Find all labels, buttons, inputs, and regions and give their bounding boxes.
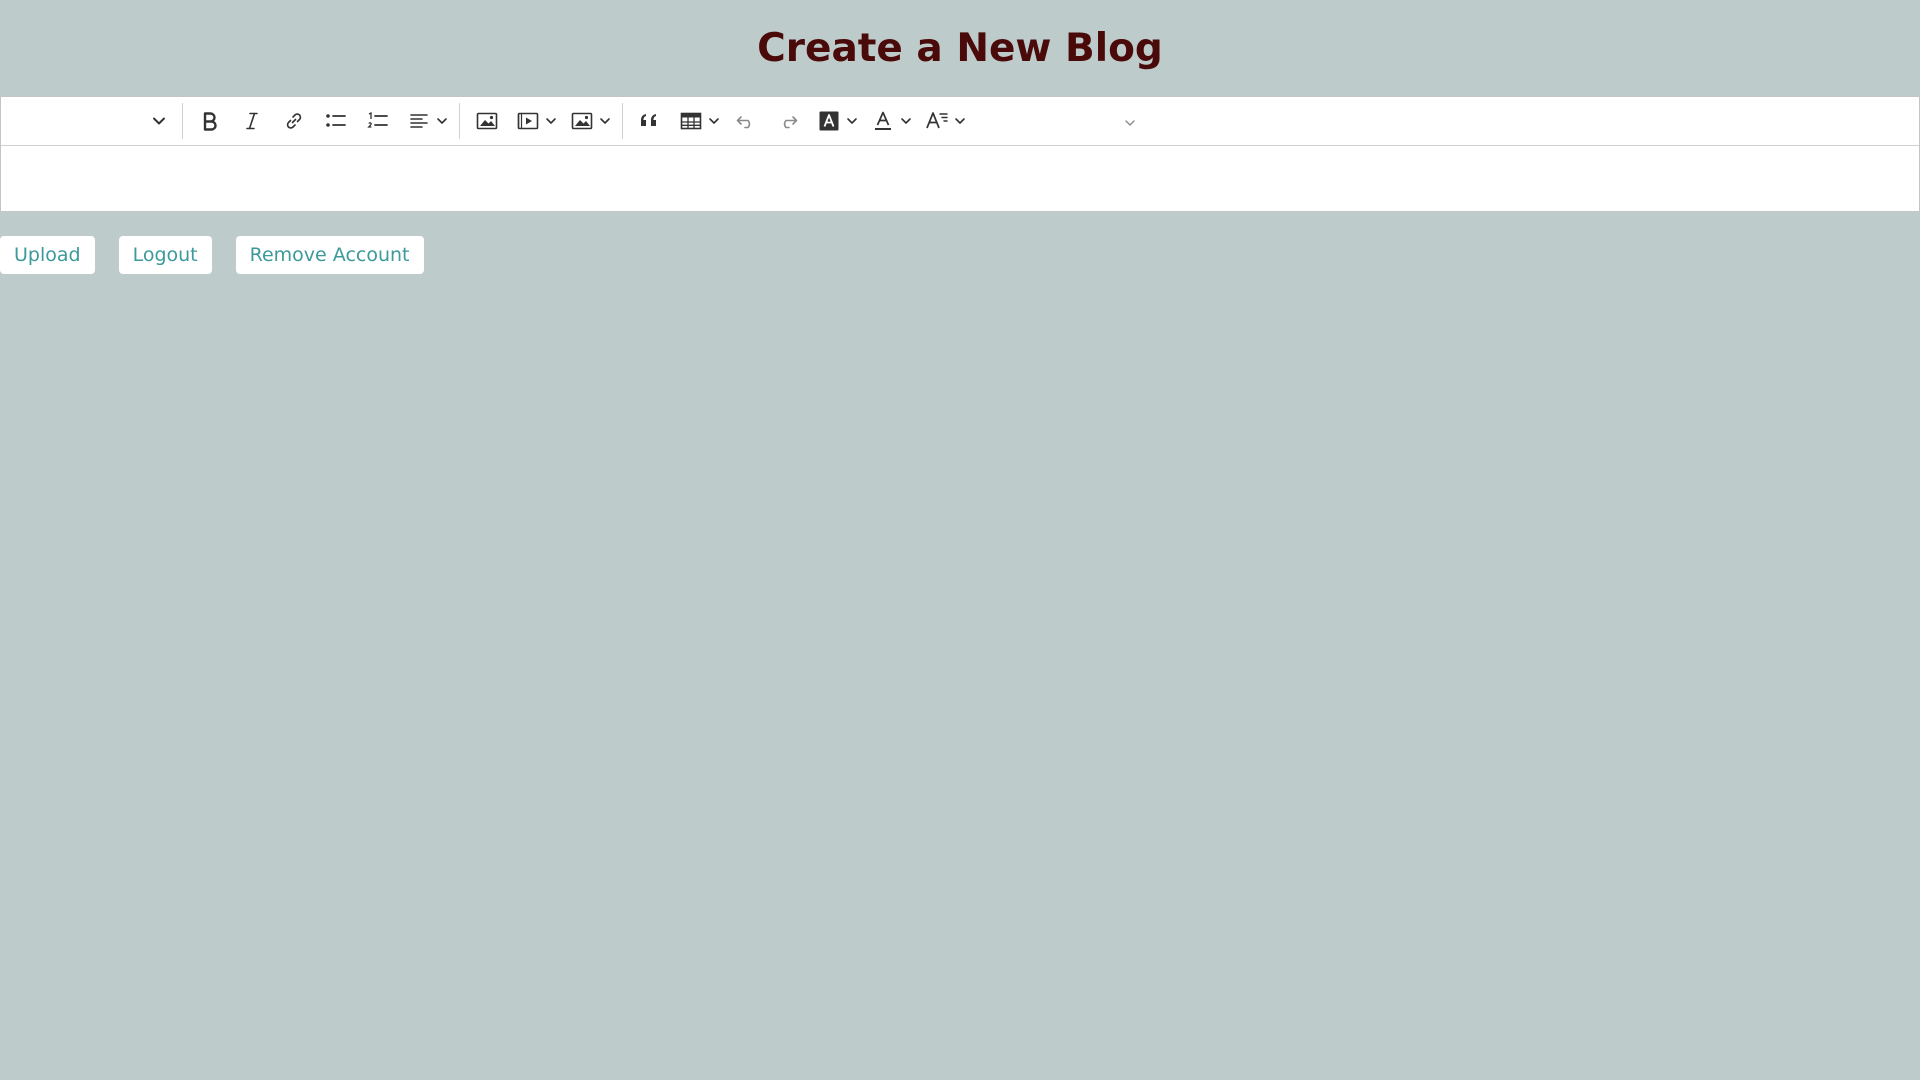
bulleted-list-icon [325, 111, 347, 131]
editor-content-area[interactable] [1, 146, 1919, 211]
rich-text-editor [0, 96, 1920, 212]
numbered-list-button[interactable] [360, 103, 396, 139]
image-icon [476, 111, 498, 131]
font-color-dropdown[interactable] [867, 103, 913, 139]
font-background-color-dropdown[interactable] [813, 103, 859, 139]
toolbar-separator [459, 103, 460, 139]
toolbar-separator [182, 103, 183, 139]
quote-icon [639, 111, 661, 131]
editor-toolbar [1, 97, 1919, 146]
font-background-icon [813, 103, 845, 139]
bulleted-list-button[interactable] [318, 103, 354, 139]
font-family-dropdown[interactable] [975, 97, 1140, 145]
chevron-down-icon [899, 103, 913, 139]
toolbar-separator [622, 103, 623, 139]
page-title: Create a New Blog [757, 26, 1163, 71]
bold-button[interactable] [192, 103, 228, 139]
media-embed-icon [512, 103, 544, 139]
chevron-down-icon [1124, 114, 1136, 133]
link-icon [284, 111, 304, 131]
heading-dropdown[interactable] [1, 97, 176, 145]
chevron-down-icon [544, 103, 558, 139]
insert-table-dropdown[interactable] [675, 103, 721, 139]
redo-button[interactable] [770, 103, 806, 139]
insert-image-button[interactable] [469, 103, 505, 139]
block-quote-button[interactable] [632, 103, 668, 139]
image-style-dropdown[interactable] [566, 103, 612, 139]
bold-icon [200, 111, 220, 131]
table-icon [675, 103, 707, 139]
chevron-down-icon [953, 103, 967, 139]
numbered-list-icon [367, 111, 389, 131]
action-bar: Upload Logout Remove Account [0, 212, 1920, 274]
chevron-down-icon [152, 113, 166, 132]
remove-account-button[interactable]: Remove Account [235, 236, 424, 274]
chevron-down-icon [598, 103, 612, 139]
logout-button[interactable]: Logout [118, 236, 212, 274]
redo-icon [777, 111, 799, 131]
chevron-down-icon [845, 103, 859, 139]
font-color-icon [867, 103, 899, 139]
undo-icon [735, 111, 757, 131]
italic-button[interactable] [234, 103, 270, 139]
media-embed-dropdown[interactable] [512, 103, 558, 139]
font-size-dropdown[interactable] [921, 103, 967, 139]
align-left-icon [403, 103, 435, 139]
font-size-icon [921, 103, 953, 139]
link-button[interactable] [276, 103, 312, 139]
undo-button[interactable] [728, 103, 764, 139]
upload-button[interactable]: Upload [0, 236, 95, 274]
chevron-down-icon [435, 103, 449, 139]
image-style-icon [566, 103, 598, 139]
alignment-dropdown[interactable] [403, 103, 449, 139]
italic-icon [242, 111, 262, 131]
chevron-down-icon [707, 103, 721, 139]
